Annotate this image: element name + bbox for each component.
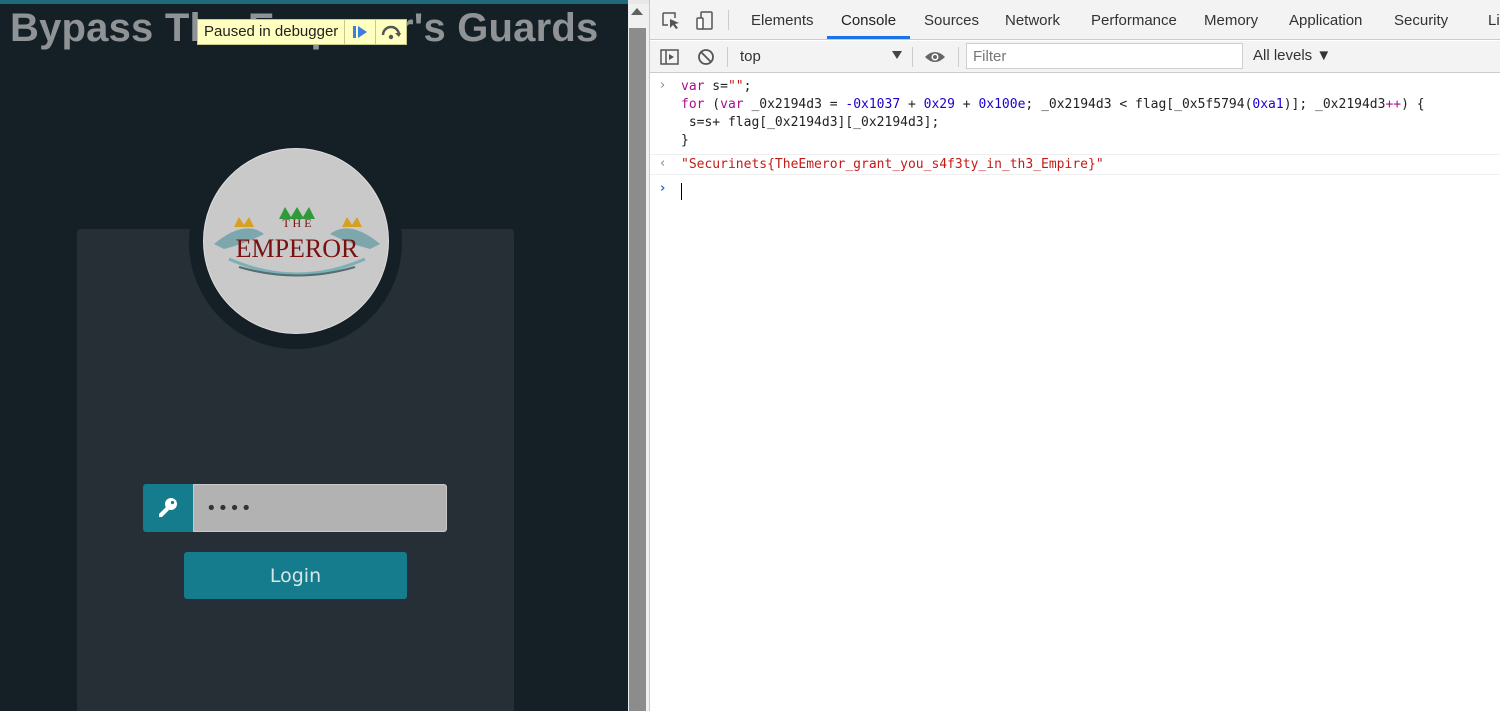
console-result-entry: ‹ "Securinets{TheEmeror_grant_you_s4f3ty… [650, 155, 1500, 175]
context-dropdown-arrow-icon[interactable] [892, 51, 902, 59]
tab-security[interactable]: Security [1394, 12, 1448, 29]
console-toolbar: top All levels ▼ [650, 41, 1500, 73]
console-filter-input[interactable] [966, 43, 1243, 69]
toolbar-separator [958, 47, 959, 67]
toolbar-separator [728, 10, 729, 30]
paused-in-debugger-overlay: Paused in debugger [197, 19, 408, 45]
prompt-chevron-icon: › [660, 181, 666, 196]
devtools-tabbar: Elements Console Sources Network Perform… [650, 0, 1500, 40]
input-chevron-icon: › [660, 78, 666, 93]
console-input-entry: › var s=""; for (var _0x2194d3 = -0x1037… [650, 74, 1500, 155]
code-line: } [681, 133, 689, 148]
tab-application[interactable]: Application [1289, 12, 1362, 29]
resume-button[interactable] [344, 20, 375, 44]
code-line: for (var _0x2194d3 = -0x1037 + 0x29 + 0x… [681, 97, 1425, 112]
resume-icon [353, 26, 368, 38]
tab-sources[interactable]: Sources [924, 12, 979, 29]
show-sidebar-icon[interactable] [658, 45, 682, 69]
step-over-icon [382, 25, 402, 40]
code-line: s=s+ flag[_0x2194d3][_0x2194d3]; [681, 115, 940, 130]
devtools-panel: Elements Console Sources Network Perform… [650, 0, 1500, 711]
web-page: Bypass The Emperor's Guards Paused in de… [0, 0, 628, 711]
svg-text:EMPEROR: EMPEROR [236, 234, 359, 263]
step-over-button[interactable] [375, 20, 406, 44]
console-result-value[interactable]: "Securinets{TheEmeror_grant_you_s4f3ty_i… [681, 157, 1104, 172]
password-row [143, 484, 447, 532]
top-accent-line [0, 0, 628, 4]
password-input[interactable] [193, 484, 447, 532]
console-prompt[interactable]: › [650, 175, 1500, 205]
toolbar-separator [912, 47, 913, 67]
tab-lighthouse[interactable]: Li [1488, 12, 1500, 29]
svg-text:T H E: T H E [282, 216, 311, 230]
page-scrollbar-thumb[interactable] [629, 28, 646, 711]
log-levels-dropdown[interactable]: All levels ▼ [1253, 47, 1331, 64]
active-tab-indicator [827, 36, 910, 39]
inspect-element-icon[interactable] [659, 9, 683, 33]
emperor-logo: EMPEROR T H E [203, 148, 389, 334]
clear-console-icon[interactable] [694, 45, 718, 69]
login-button[interactable]: Login [184, 552, 407, 599]
key-icon [143, 484, 193, 532]
tab-memory[interactable]: Memory [1204, 12, 1258, 29]
toolbar-separator [727, 47, 728, 67]
scroll-up-arrow-icon[interactable] [631, 8, 643, 15]
debugger-message: Paused in debugger [204, 23, 339, 40]
text-caret [681, 183, 682, 200]
tab-performance[interactable]: Performance [1091, 12, 1177, 29]
tab-network[interactable]: Network [1005, 12, 1060, 29]
result-chevron-icon: ‹ [660, 156, 666, 171]
code-line: var s=""; [681, 79, 752, 94]
tab-console[interactable]: Console [841, 12, 896, 29]
live-expression-eye-icon[interactable] [923, 45, 947, 69]
device-toolbar-icon[interactable] [693, 9, 717, 33]
tab-elements[interactable]: Elements [751, 12, 814, 29]
context-selector[interactable]: top [740, 48, 761, 65]
console-output: › var s=""; for (var _0x2194d3 = -0x1037… [650, 74, 1500, 205]
